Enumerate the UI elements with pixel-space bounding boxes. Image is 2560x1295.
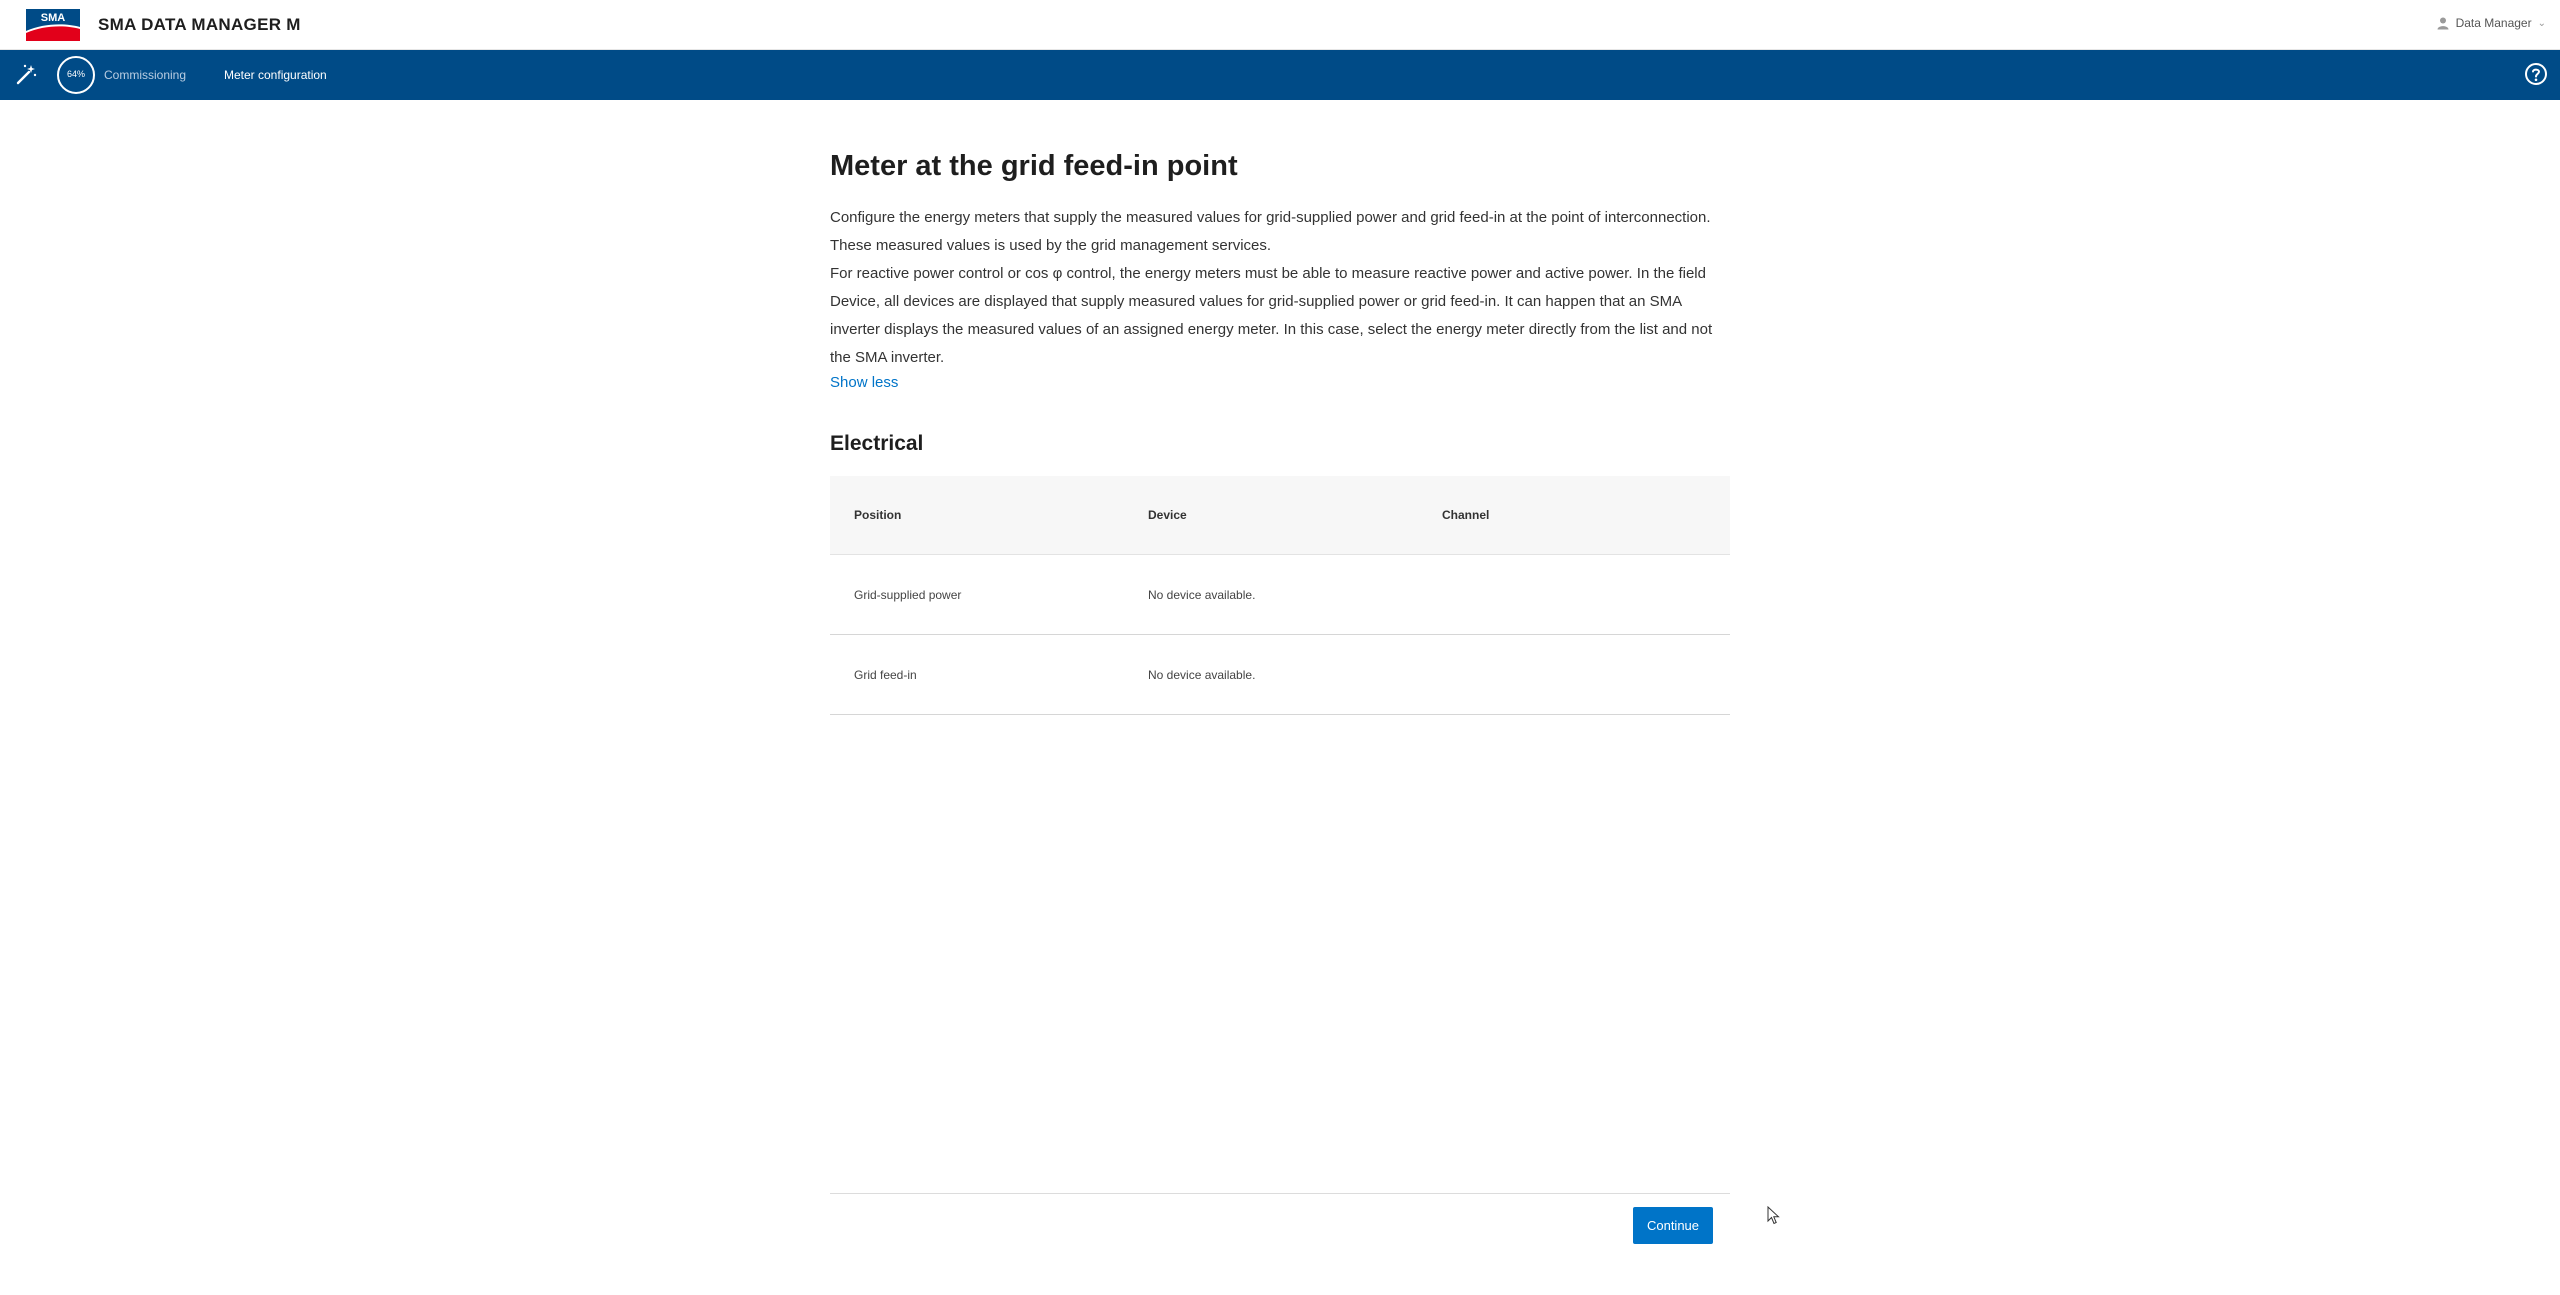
top-header: SMA SMA DATA MANAGER M Data Manager ⌄: [0, 0, 2560, 50]
nav-bar: [0, 50, 2560, 100]
description: Configure the energy meters that supply …: [830, 204, 1730, 372]
table-header: Position Device Channel: [830, 476, 1730, 555]
cell-position: Grid-supplied power: [854, 588, 962, 602]
logo-text: SMA: [41, 12, 66, 24]
page-title: Meter at the grid feed-in point: [830, 150, 1238, 182]
continue-button[interactable]: Continue: [1633, 1207, 1713, 1244]
user-menu[interactable]: Data Manager ⌄: [2436, 16, 2546, 30]
cell-device: No device available.: [1148, 588, 1256, 602]
column-header-device: Device: [1148, 508, 1187, 522]
table-row: Grid feed-in No device available.: [830, 635, 1730, 715]
user-label: Data Manager: [2455, 16, 2532, 30]
app-title: SMA DATA MANAGER M: [98, 15, 301, 34]
section-title-electrical: Electrical: [830, 432, 924, 455]
show-less-link[interactable]: Show less: [830, 374, 898, 391]
breadcrumb-commissioning[interactable]: Commissioning: [104, 68, 186, 82]
table-row: Grid-supplied power No device available.: [830, 555, 1730, 635]
meter-table: Position Device Channel Grid-supplied po…: [830, 476, 1730, 715]
breadcrumb-meter-configuration[interactable]: Meter configuration: [224, 68, 327, 82]
sma-logo[interactable]: SMA: [26, 9, 80, 41]
cursor-icon: [1767, 1206, 1780, 1225]
chevron-down-icon: ⌄: [2537, 17, 2546, 29]
column-header-position: Position: [854, 508, 902, 522]
column-header-channel: Channel: [1442, 508, 1490, 522]
cell-position: Grid feed-in: [854, 668, 917, 682]
wand-icon[interactable]: [14, 63, 38, 87]
footer-divider: [830, 1193, 1730, 1194]
user-icon: [2437, 17, 2449, 30]
description-paragraph-2: For reactive power control or cos φ cont…: [830, 265, 1713, 366]
progress-value: 64%: [66, 69, 85, 79]
cell-device: No device available.: [1148, 668, 1256, 682]
help-icon[interactable]: [2524, 62, 2548, 86]
description-paragraph-1: Configure the energy meters that supply …: [830, 209, 1711, 254]
